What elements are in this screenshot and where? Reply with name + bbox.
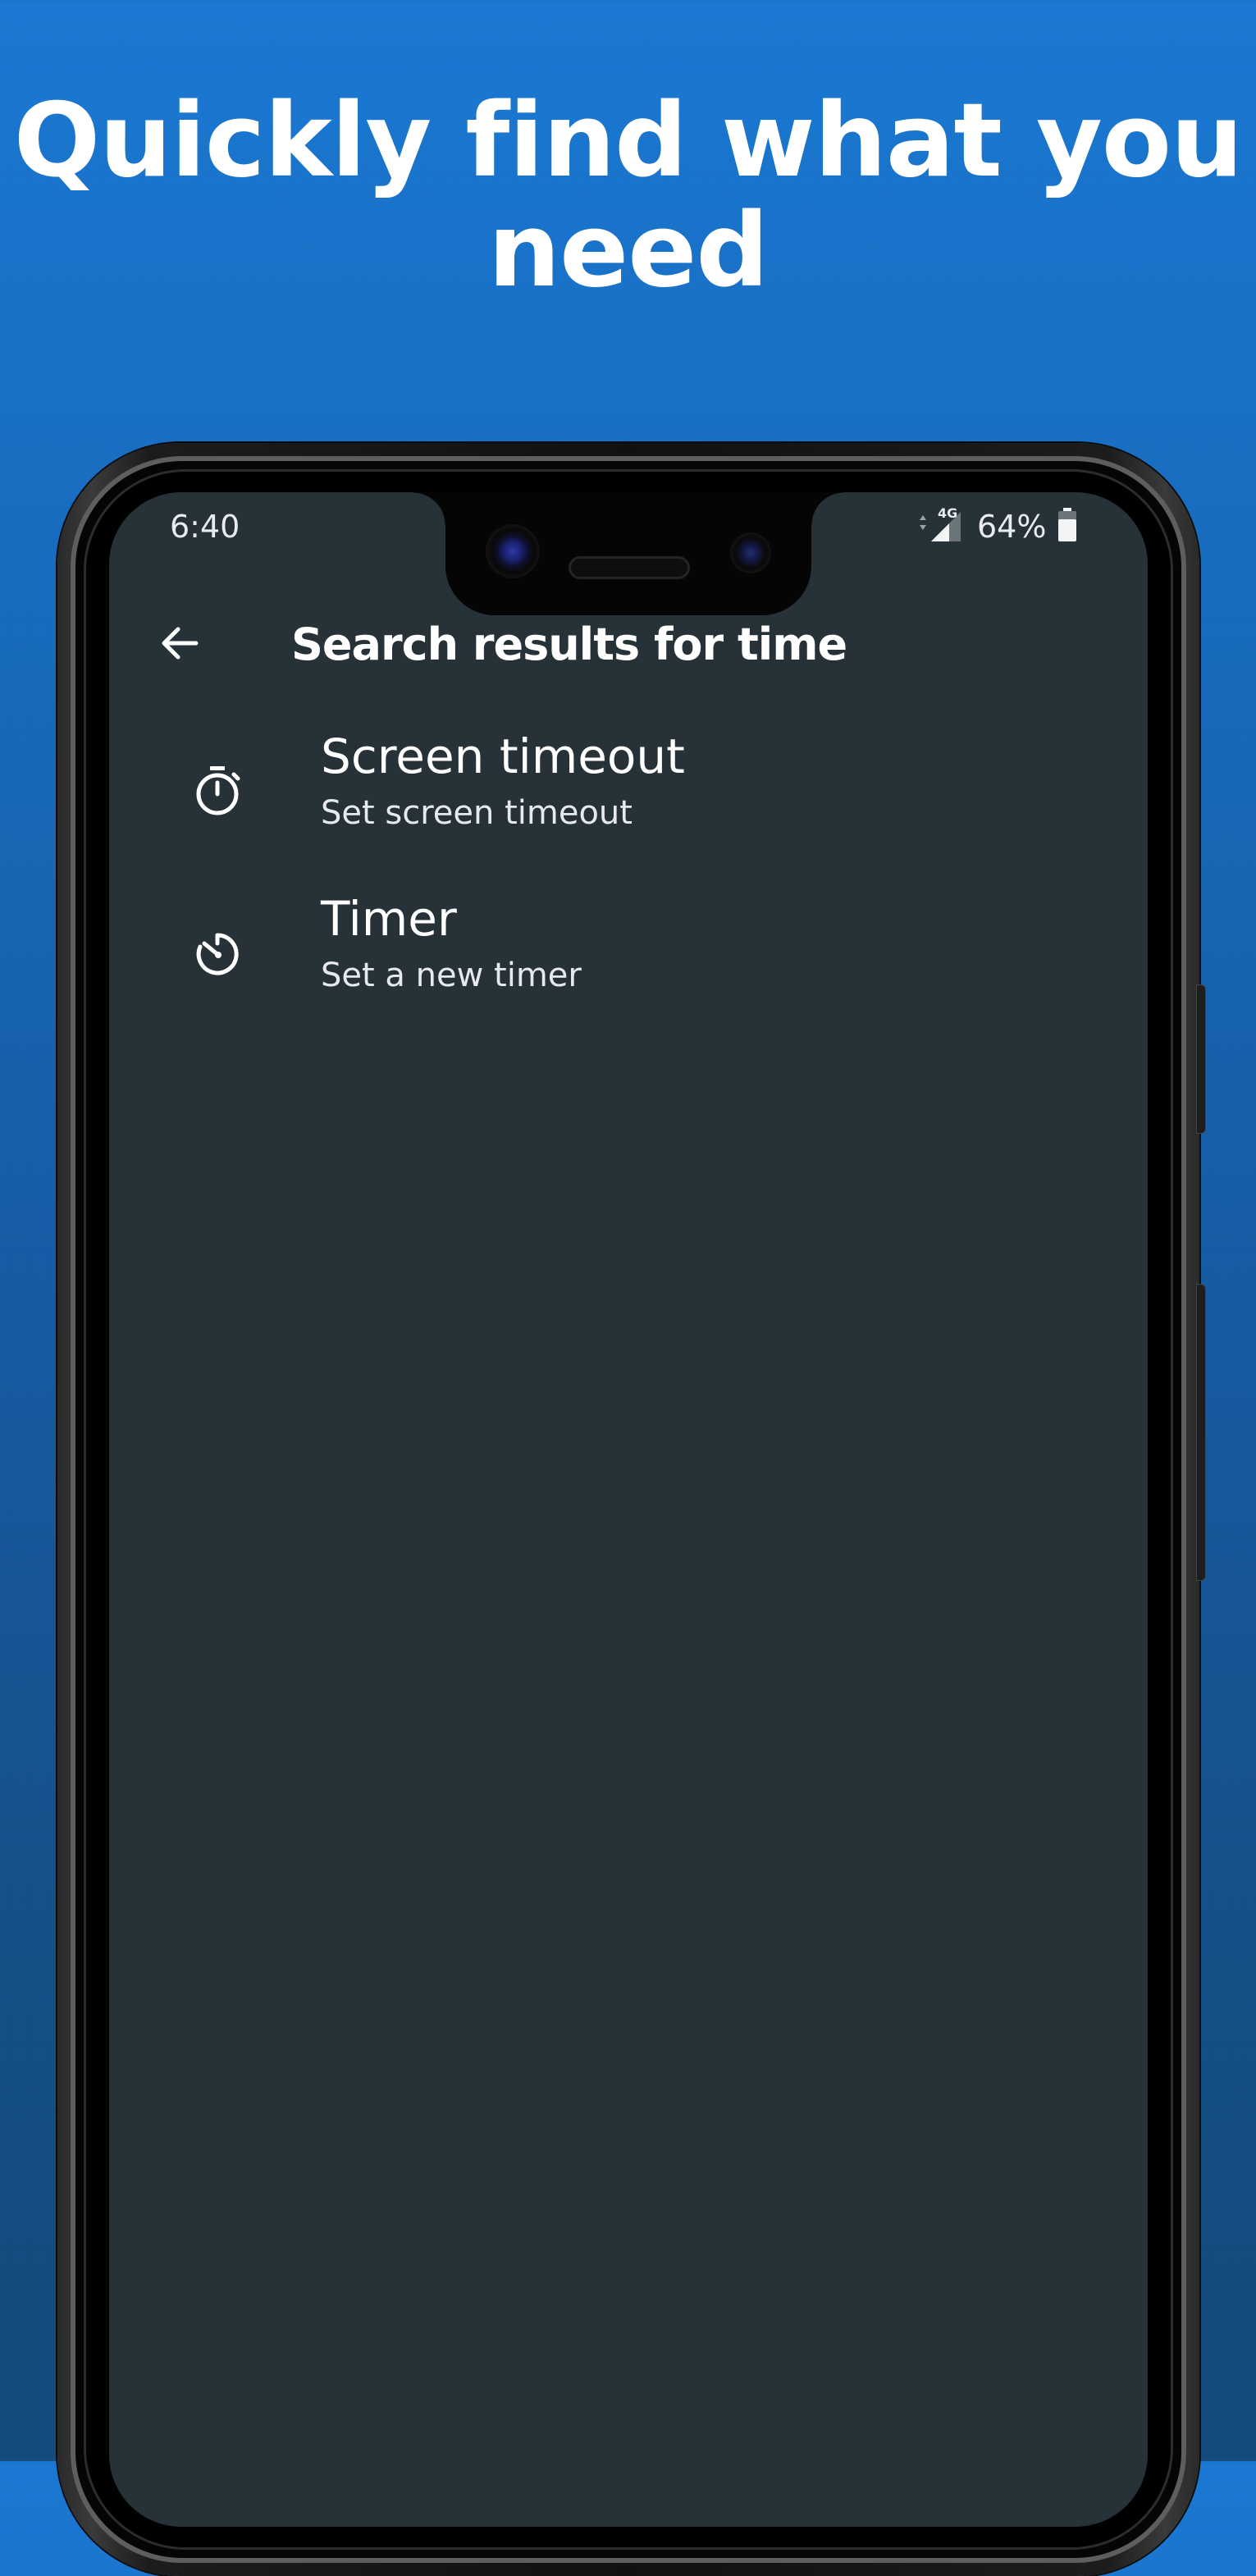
result-subtitle: Set screen timeout (321, 794, 633, 832)
app-bar: Search results for time (109, 599, 1148, 691)
search-results-list: Screen timeout Set screen timeout Timer … (109, 714, 1148, 1039)
phone-screen: 6:40 4G 64% Search results for time Scre… (109, 492, 1148, 2527)
network-type-label: 4G (938, 505, 958, 521)
front-camera (488, 527, 537, 576)
arrow-back-icon (157, 620, 203, 669)
back-button[interactable] (155, 620, 204, 669)
timer-icon (188, 924, 247, 983)
result-screen-timeout[interactable]: Screen timeout Set screen timeout (109, 714, 1148, 876)
battery-icon (1057, 508, 1077, 546)
power-button (1196, 984, 1206, 1134)
promo-headline: Quickly find what you need (0, 86, 1256, 306)
battery-percent: 64% (977, 509, 1047, 545)
volume-button (1196, 1284, 1206, 1581)
result-subtitle: Set a new timer (321, 957, 582, 994)
promo-headline-line1: Quickly find what you (13, 82, 1244, 200)
earpiece-speaker (569, 556, 690, 579)
signal-icon: 4G (913, 505, 964, 548)
result-title: Timer (321, 891, 457, 947)
promo-headline-line2: need (487, 192, 769, 310)
page-title: Search results for time (291, 619, 847, 670)
front-sensor (733, 535, 769, 571)
result-timer[interactable]: Timer Set a new timer (109, 876, 1148, 1039)
status-icons: 4G 64% (913, 505, 1077, 548)
display-notch (413, 492, 844, 615)
status-time: 6:40 (170, 509, 240, 545)
result-title: Screen timeout (321, 728, 685, 784)
stopwatch-icon (188, 761, 247, 820)
